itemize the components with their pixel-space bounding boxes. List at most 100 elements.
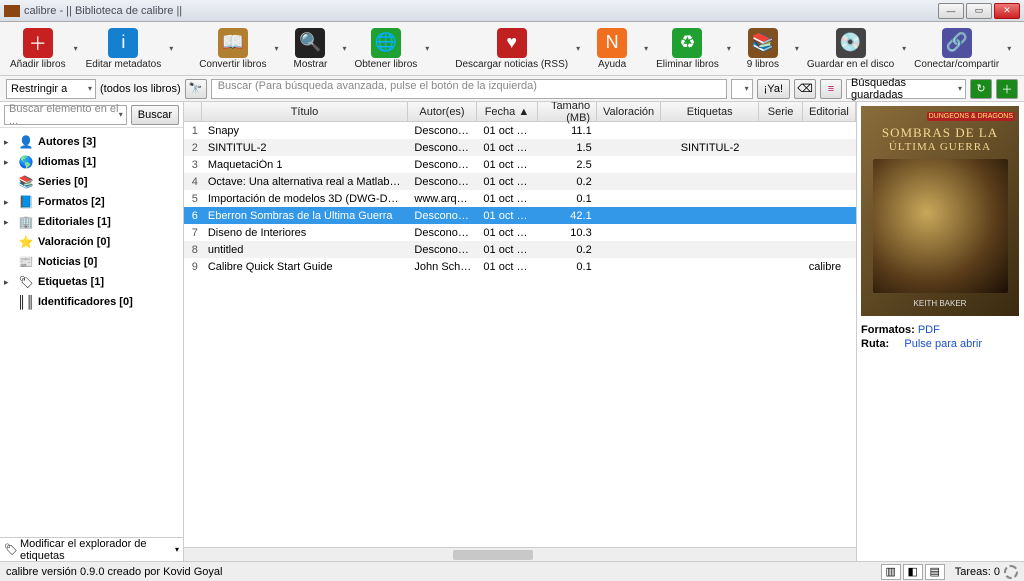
binoculars-icon[interactable]: 🔭 [185,79,207,99]
formats-link[interactable]: PDF [918,324,940,336]
column-header[interactable]: Valoración [597,102,661,121]
table-row[interactable]: 3MaquetaciÓn 1Desconocido01 oct 20122.5 [184,156,856,173]
table-row[interactable]: 2SINTITUL-2Desconocido01 oct 20121.5SINT… [184,139,856,156]
column-header[interactable]: Tamaño (MB) [538,102,597,121]
expand-icon[interactable]: ▸ [4,137,14,148]
category-icon: 🌎 [18,154,34,170]
sidebar-item[interactable]: 📚Series [0] [2,172,181,192]
search-input[interactable]: Buscar (Para búsqueda avanzada, pulse el… [211,79,727,99]
save-search-icon[interactable]: ↻ [970,79,992,99]
saved-searches-combo[interactable]: Búsquedas guardadas [846,79,966,99]
sidebar-footer-label[interactable]: Modificar el explorador de etiquetas [20,538,173,562]
app-icon [4,5,20,17]
sidebar-item[interactable]: ║║Identificadores [0] [2,292,181,312]
toolbar-conectar-compartir[interactable]: 🔗Conectar/compartir [910,27,1003,71]
go-button[interactable]: ¡Ya! [757,79,790,99]
highlight-icon[interactable]: ≡ [820,79,842,99]
main-toolbar: ＋Añadir libros▾iEditar metadatos▾📖Conver… [0,22,1024,76]
toolbar-eliminar-libros[interactable]: ♻Eliminar libros [652,27,723,71]
book-list: TítuloAutor(es)Fecha ▲Tamaño (MB)Valorac… [184,102,856,561]
horizontal-scrollbar[interactable] [184,547,856,561]
toolbar-dropdown[interactable]: ▾ [725,44,733,53]
expand-icon[interactable]: ▸ [4,197,14,208]
category-icon: 🏷 [18,274,34,290]
toolbar-9-libros[interactable]: 📚9 libros [735,27,791,71]
formats-label: Formatos: [861,324,915,336]
column-header[interactable]: Editorial [803,102,856,121]
minimize-button[interactable]: — [938,3,964,19]
expand-icon[interactable]: ▸ [4,217,14,228]
sidebar-search-input[interactable]: Buscar elemento en el ... [4,105,127,125]
toolbar-dropdown[interactable]: ▾ [72,44,80,53]
layout-button-1[interactable]: ▥ [881,564,901,580]
toolbar-editar-metadatos[interactable]: iEditar metadatos [82,27,166,71]
toolbar-icon: ＋ [23,28,53,58]
sidebar-item[interactable]: ⭐Valoración [0] [2,232,181,252]
table-row[interactable]: 9Calibre Quick Start GuideJohn Schember0… [184,258,856,275]
table-row[interactable]: 5Importación de modelos 3D (DWG-DXF) - C… [184,190,856,207]
chevron-down-icon[interactable]: ▾ [175,545,179,554]
sidebar: Buscar elemento en el ... Buscar ▸👤Autor… [0,102,184,561]
table-row[interactable]: 6Eberron Sombras de la Última GuerraDesc… [184,207,856,224]
column-header[interactable]: Fecha ▲ [477,102,538,121]
sidebar-item[interactable]: ▸🏢Editoriales [1] [2,212,181,232]
path-link[interactable]: Pulse para abrir [904,338,982,350]
layout-button-3[interactable]: ▤ [925,564,945,580]
toolbar-descargar-noticias-rss-[interactable]: ♥Descargar noticias (RSS) [451,27,572,71]
sidebar-item-label: Formatos [2] [38,196,105,208]
toolbar-dropdown[interactable]: ▾ [272,44,280,53]
close-button[interactable]: ✕ [994,3,1020,19]
sidebar-item[interactable]: 📰Noticias [0] [2,252,181,272]
toolbar-dropdown[interactable]: ▾ [340,44,348,53]
category-icon: ⭐ [18,234,34,250]
tag-icon: 🏷 [4,543,18,556]
toolbar-dropdown[interactable]: ▾ [167,44,175,53]
table-row[interactable]: 1SnapyDesconocido01 oct 201211.1 [184,122,856,139]
table-row[interactable]: 4Octave: Una alternativa real a Matlab a… [184,173,856,190]
toolbar-dropdown[interactable]: ▾ [900,44,908,53]
sidebar-search-button[interactable]: Buscar [131,105,179,125]
column-header[interactable]: Etiquetas [661,102,759,121]
toolbar-a-adir-libros[interactable]: ＋Añadir libros [6,27,70,71]
column-header[interactable]: Serie [759,102,802,121]
table-row[interactable]: 8untitledDesconocido01 oct 20120.2 [184,241,856,258]
toolbar-ayuda[interactable]: NAyuda [584,27,640,71]
toolbar-icon: 📚 [748,28,778,58]
maximize-button[interactable]: ▭ [966,3,992,19]
details-pane: DUNGEONS & DRAGONS SOMBRAS DE LA ÚLTIMA … [856,102,1024,561]
window-title: calibre - || Biblioteca de calibre || [24,5,938,17]
toolbar-icon: ♥ [497,28,527,58]
toolbar-guardar-en-el-disco[interactable]: 💿Guardar en el disco [803,27,898,71]
toolbar-obtener-libros[interactable]: 🌐Obtener libros [350,27,421,71]
column-header[interactable]: Autor(es) [408,102,477,121]
add-search-icon[interactable]: ＋ [996,79,1018,99]
tasks-label[interactable]: Tareas: 0 [955,566,1000,578]
search-history-combo[interactable] [731,79,753,99]
expand-icon[interactable]: ▸ [4,277,14,288]
sidebar-item[interactable]: ▸ 🏷 Etiquetas [1] [2,272,181,292]
expand-icon[interactable]: ▸ [4,157,14,168]
column-header[interactable]: Título [202,102,408,121]
clear-search-icon[interactable]: ⌫ [794,79,816,99]
toolbar-dropdown[interactable]: ▾ [793,44,801,53]
table-row[interactable]: 7Diseno de InterioresDesconocido01 oct 2… [184,224,856,241]
toolbar-mostrar[interactable]: 🔍Mostrar [282,27,338,71]
toolbar-convertir-libros[interactable]: 📖Convertir libros [195,27,270,71]
sidebar-item-label: Etiquetas [1] [38,276,104,288]
toolbar-dropdown[interactable]: ▾ [574,44,582,53]
all-books-label: (todos los libros) [100,83,181,95]
column-header[interactable] [184,102,202,121]
cover-art [873,159,1008,293]
sidebar-item[interactable]: ▸👤Autores [3] [2,132,181,152]
toolbar-dropdown[interactable]: ▾ [423,44,431,53]
book-cover[interactable]: DUNGEONS & DRAGONS SOMBRAS DE LA ÚLTIMA … [861,106,1019,316]
toolbar-dropdown[interactable]: ▾ [1005,44,1013,53]
restrict-combo[interactable]: Restringir a [6,79,96,99]
sidebar-item[interactable]: ▸📘Formatos [2] [2,192,181,212]
sidebar-item-label: Idiomas [1] [38,156,96,168]
sidebar-item-label: Editoriales [1] [38,216,111,228]
toolbar-dropdown[interactable]: ▾ [642,44,650,53]
sidebar-item[interactable]: ▸ 🌎 Idiomas [1] [2,152,181,172]
category-icon: ║║ [18,294,34,310]
layout-button-2[interactable]: ◧ [903,564,923,580]
